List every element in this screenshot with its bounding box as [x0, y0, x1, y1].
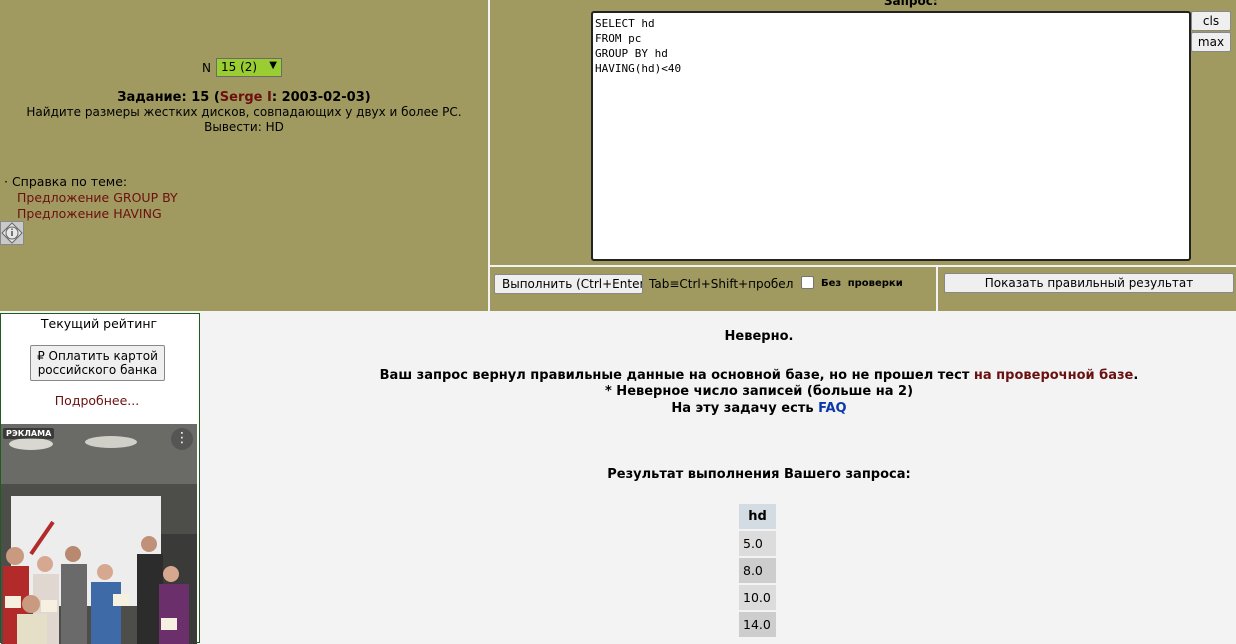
- row-count-note: * Неверное число записей (больше на 2): [604, 384, 914, 399]
- result-message-prefix: Ваш запрос вернул правильные данные на о…: [379, 368, 974, 383]
- help-title: · Справка по теме:: [4, 174, 128, 189]
- table-row: 10.0: [739, 585, 776, 610]
- info-icon[interactable]: [0, 221, 24, 245]
- table-row: 5.0: [739, 531, 776, 556]
- more-vertical-icon[interactable]: ⋮: [171, 428, 193, 450]
- query-panel: Запрос: cls max: [490, 0, 1236, 265]
- rating-title[interactable]: Текущий рейтинг: [1, 316, 197, 331]
- faq-line: На эту задачу есть FAQ: [200, 401, 1236, 416]
- pay-card-button[interactable]: ₽ Оплатить картой российского банка: [30, 345, 165, 381]
- faq-prefix: На эту задачу есть: [671, 401, 819, 416]
- sidebar: Текущий рейтинг ₽ Оплатить картой россий…: [0, 313, 200, 644]
- help-block: · Справка по теме: Предложение GROUP BY …: [4, 174, 178, 222]
- ad-photo: [1, 424, 197, 644]
- task-number-select[interactable]: 15 (2) ▼: [215, 58, 282, 77]
- task-number-value: 15 (2): [220, 60, 258, 74]
- task-number-row: N 15 (2) ▼: [202, 58, 282, 77]
- chevron-down-icon: ▼: [269, 60, 277, 71]
- task-title-prefix: Задание: 15 (: [117, 90, 220, 105]
- task-description: Найдите размеры жестких дисков, совпадаю…: [26, 105, 462, 119]
- result-heading: Результат выполнения Вашего запроса:: [607, 467, 911, 482]
- task-text: Найдите размеры жестких дисков, совпадаю…: [0, 105, 488, 135]
- ad-label: РЭКЛАМА: [3, 428, 55, 439]
- query-editor[interactable]: [591, 11, 1191, 261]
- n-label: N: [202, 60, 211, 75]
- column-header: hd: [739, 504, 776, 529]
- result-message: Ваш запрос вернул правильные данные на о…: [200, 368, 1236, 383]
- task-title: Задание: 15 (Serge I: 2003-02-03): [0, 90, 488, 105]
- query-label: Запрос:: [884, 0, 938, 8]
- help-link-having[interactable]: Предложение HAVING: [17, 206, 178, 222]
- result-area: Неверно. Ваш запрос вернул правильные да…: [200, 313, 1236, 643]
- task-title-suffix: : 2003-02-03): [271, 90, 371, 105]
- ad-image[interactable]: РЭКЛАМА ⋮: [1, 424, 197, 644]
- show-result-bar: Показать правильный результат: [938, 267, 1236, 311]
- table-row: 14.0: [739, 612, 776, 637]
- maximize-button[interactable]: max: [1191, 32, 1231, 52]
- verdict: Неверно.: [724, 329, 794, 344]
- check-base-link[interactable]: на проверочной базе: [974, 368, 1133, 383]
- table-cell: 14.0: [739, 612, 776, 637]
- task-output: Вывести: HD: [204, 120, 284, 134]
- result-table: hd 5.0 8.0 10.0 14.0: [739, 502, 776, 639]
- no-check-label: Без проверки: [821, 278, 903, 289]
- execute-bar: Выполнить (Ctrl+Enter) Tab≡Ctrl+Shift+пр…: [490, 267, 936, 311]
- show-correct-result-button[interactable]: Показать правильный результат: [944, 273, 1234, 293]
- task-panel: N 15 (2) ▼ Задание: 15 (Serge I: 2003-02…: [0, 0, 488, 311]
- table-cell: 10.0: [739, 585, 776, 610]
- table-header-row: hd: [739, 504, 776, 529]
- faq-link[interactable]: FAQ: [818, 401, 847, 416]
- more-link[interactable]: Подробнее...: [1, 393, 193, 408]
- no-check-checkbox[interactable]: [801, 276, 814, 289]
- task-author[interactable]: Serge I: [220, 90, 272, 105]
- table-cell: 8.0: [739, 558, 776, 583]
- clear-button[interactable]: cls: [1191, 11, 1231, 31]
- table-cell: 5.0: [739, 531, 776, 556]
- execute-button[interactable]: Выполнить (Ctrl+Enter): [494, 274, 643, 294]
- table-row: 8.0: [739, 558, 776, 583]
- help-link-group-by[interactable]: Предложение GROUP BY: [17, 190, 178, 206]
- result-message-suffix: .: [1133, 368, 1139, 383]
- tab-hint: Tab≡Ctrl+Shift+пробел: [649, 277, 794, 291]
